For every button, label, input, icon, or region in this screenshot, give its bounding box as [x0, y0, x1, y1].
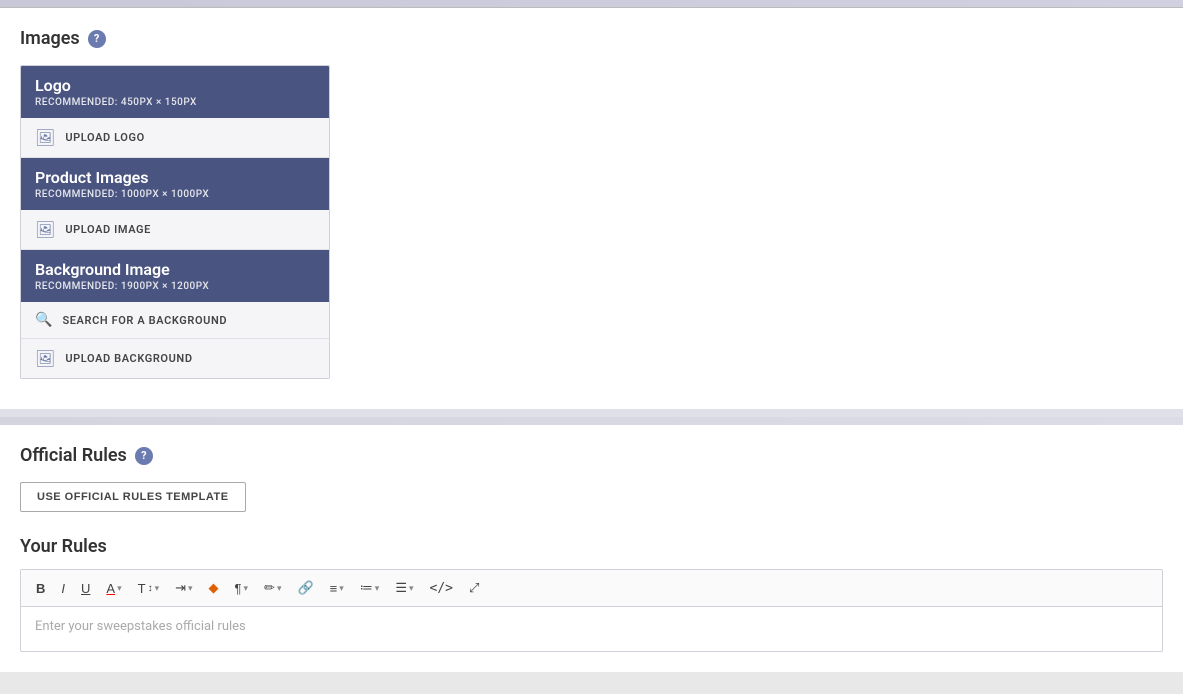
text-size-label: T: [138, 581, 146, 596]
search-background-label: SEARCH FOR A BACKGROUND: [62, 314, 227, 327]
search-background-icon: 🔍: [35, 312, 52, 328]
bold-button[interactable]: B: [29, 577, 52, 600]
format-label: ✏: [264, 580, 275, 596]
indent-button[interactable]: ⇥ ▾: [168, 576, 199, 600]
your-rules-title: Your Rules: [20, 536, 1163, 557]
search-background-row[interactable]: 🔍 SEARCH FOR A BACKGROUND: [21, 302, 329, 339]
ordered-list-button[interactable]: ≔ ▾: [353, 576, 387, 600]
use-official-rules-template-button[interactable]: USE OFFICIAL RULES TEMPLATE: [20, 482, 246, 512]
unordered-list-button[interactable]: ☰ ▾: [388, 576, 420, 600]
upload-image-label: UPLOAD IMAGE: [65, 223, 151, 236]
paragraph-label: ¶: [235, 581, 242, 596]
link-button[interactable]: 🔗: [290, 576, 320, 600]
align-label: ≡: [330, 581, 338, 596]
official-rules-help-icon[interactable]: ?: [135, 447, 153, 465]
code-label: </>: [430, 581, 453, 596]
editor-placeholder: Enter your sweepstakes official rules: [35, 619, 246, 634]
upload-background-icon: 🖼: [35, 349, 55, 368]
highlight-button[interactable]: ◆: [202, 576, 226, 600]
logo-section-name: Logo: [35, 76, 315, 95]
official-rules-section: Official Rules ? USE OFFICIAL RULES TEMP…: [0, 425, 1183, 672]
code-button[interactable]: </>: [423, 577, 460, 600]
images-section-title: Images ?: [20, 28, 1163, 49]
unordered-list-label: ☰: [395, 580, 407, 596]
italic-button[interactable]: I: [54, 577, 72, 600]
upload-logo-row[interactable]: 🖼 UPLOAD LOGO: [21, 118, 329, 158]
font-color-button[interactable]: A ▾: [99, 577, 128, 600]
official-rules-title-text: Official Rules: [20, 445, 127, 466]
images-panel: Logo Recommended: 450px × 150px 🖼 UPLOAD…: [20, 65, 330, 379]
expand-button[interactable]: ⤢: [462, 576, 486, 600]
images-section: Images ? Logo Recommended: 450px × 150px…: [0, 8, 1183, 417]
expand-label: ⤢: [469, 580, 479, 596]
text-size-button[interactable]: T↕ ▾: [131, 577, 166, 600]
underline-button[interactable]: U: [74, 577, 97, 600]
format-caret: ▾: [277, 583, 282, 594]
upload-background-row[interactable]: 🖼 UPLOAD BACKGROUND: [21, 339, 329, 378]
upload-logo-label: UPLOAD LOGO: [65, 131, 144, 144]
align-caret: ▾: [339, 583, 344, 594]
upload-logo-icon: 🖼: [35, 128, 55, 147]
unordered-list-caret: ▾: [409, 583, 414, 594]
format-button[interactable]: ✏ ▾: [257, 576, 288, 600]
upload-background-label: UPLOAD BACKGROUND: [65, 352, 192, 365]
paragraph-button[interactable]: ¶ ▾: [228, 577, 256, 600]
indent-label: ⇥: [175, 580, 186, 596]
rules-editor: B I U A ▾ T↕ ▾ ⇥ ▾ ◆ ¶ ▾ ✏: [20, 569, 1163, 652]
section-divider: [0, 417, 1183, 425]
images-title-text: Images: [20, 28, 80, 49]
ordered-list-label: ≔: [360, 580, 373, 596]
font-color-caret: ▾: [117, 583, 122, 594]
product-images-recommendation: Recommended: 1000px × 1000px: [35, 189, 315, 200]
logo-recommendation: Recommended: 450px × 150px: [35, 97, 315, 108]
paragraph-caret: ▾: [244, 583, 249, 594]
product-images-name: Product Images: [35, 168, 315, 187]
editor-toolbar: B I U A ▾ T↕ ▾ ⇥ ▾ ◆ ¶ ▾ ✏: [21, 570, 1162, 607]
top-bar: [0, 0, 1183, 8]
background-recommendation: Recommended: 1900px × 1200px: [35, 281, 315, 292]
upload-image-row[interactable]: 🖼 UPLOAD IMAGE: [21, 210, 329, 250]
ordered-list-caret: ▾: [375, 583, 380, 594]
align-button[interactable]: ≡ ▾: [323, 577, 351, 600]
images-help-icon[interactable]: ?: [88, 30, 106, 48]
link-label: 🔗: [297, 580, 313, 596]
product-images-header: Product Images Recommended: 1000px × 100…: [21, 158, 329, 210]
indent-caret: ▾: [188, 583, 193, 594]
logo-header: Logo Recommended: 450px × 150px: [21, 66, 329, 118]
upload-image-icon: 🖼: [35, 220, 55, 239]
editor-body[interactable]: Enter your sweepstakes official rules: [21, 607, 1162, 651]
official-rules-title: Official Rules ?: [20, 445, 1163, 466]
highlight-label: ◆: [209, 580, 219, 596]
font-color-label: A: [106, 581, 115, 596]
background-image-header: Background Image Recommended: 1900px × 1…: [21, 250, 329, 302]
background-image-name: Background Image: [35, 260, 315, 279]
text-size-caret: ▾: [155, 583, 160, 594]
